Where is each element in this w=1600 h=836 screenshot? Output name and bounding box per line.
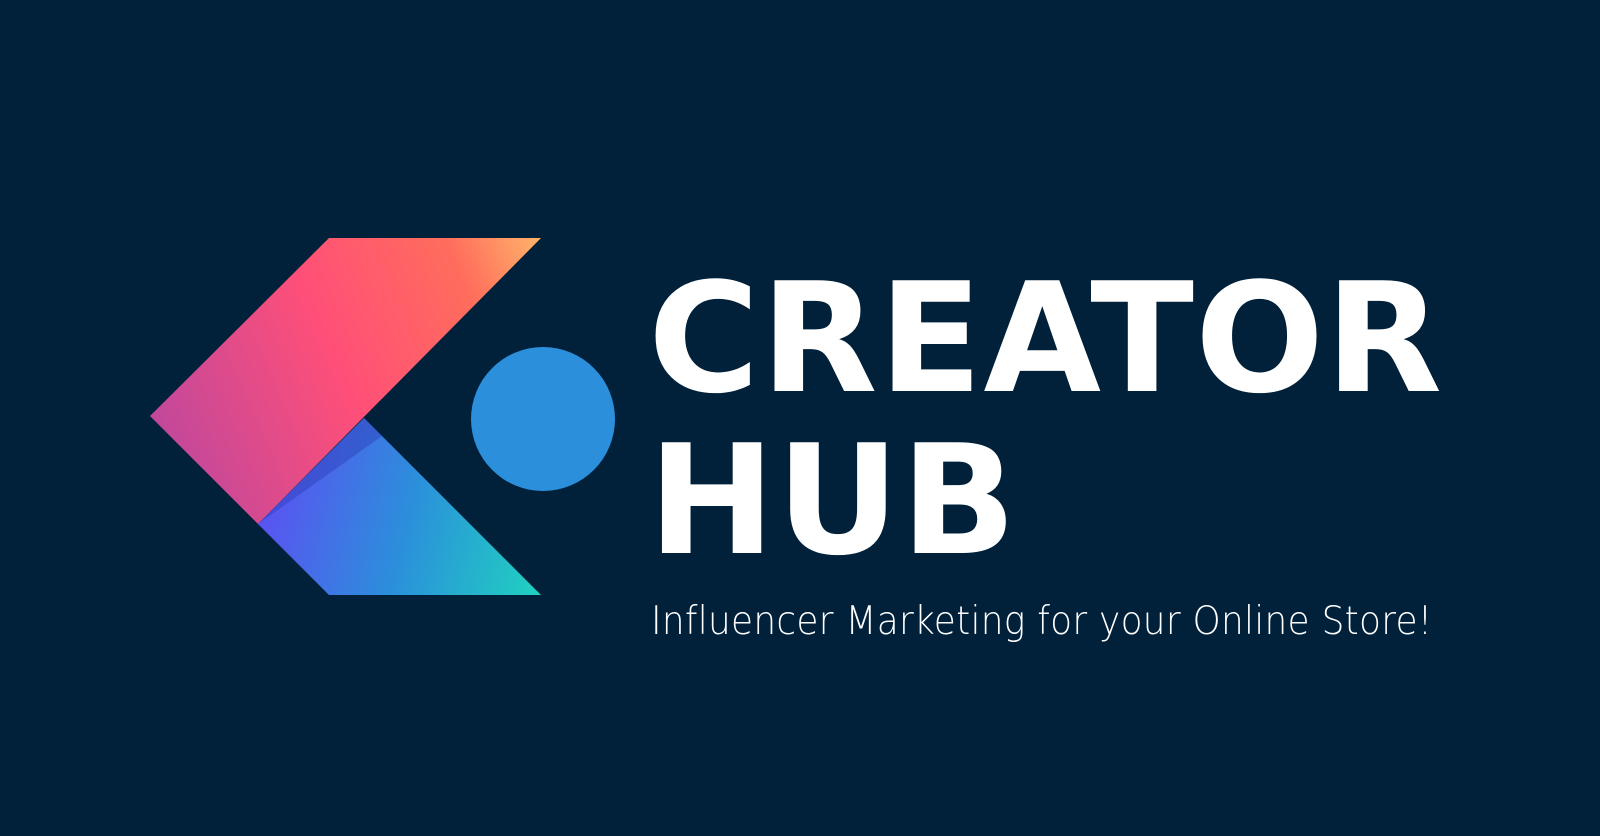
brand-banner: CREATOR HUB Influencer Marketing for you… bbox=[0, 0, 1600, 836]
brand-title-line-hub: HUB bbox=[648, 412, 1018, 589]
brand-title-line-creator: CREATOR bbox=[648, 250, 1444, 427]
logo-dot bbox=[471, 347, 615, 491]
brand-title: CREATOR HUB bbox=[648, 258, 1443, 582]
brand-tagline: Influencer Marketing for your Online Sto… bbox=[651, 599, 1433, 644]
creator-hub-logo-icon bbox=[150, 238, 615, 595]
